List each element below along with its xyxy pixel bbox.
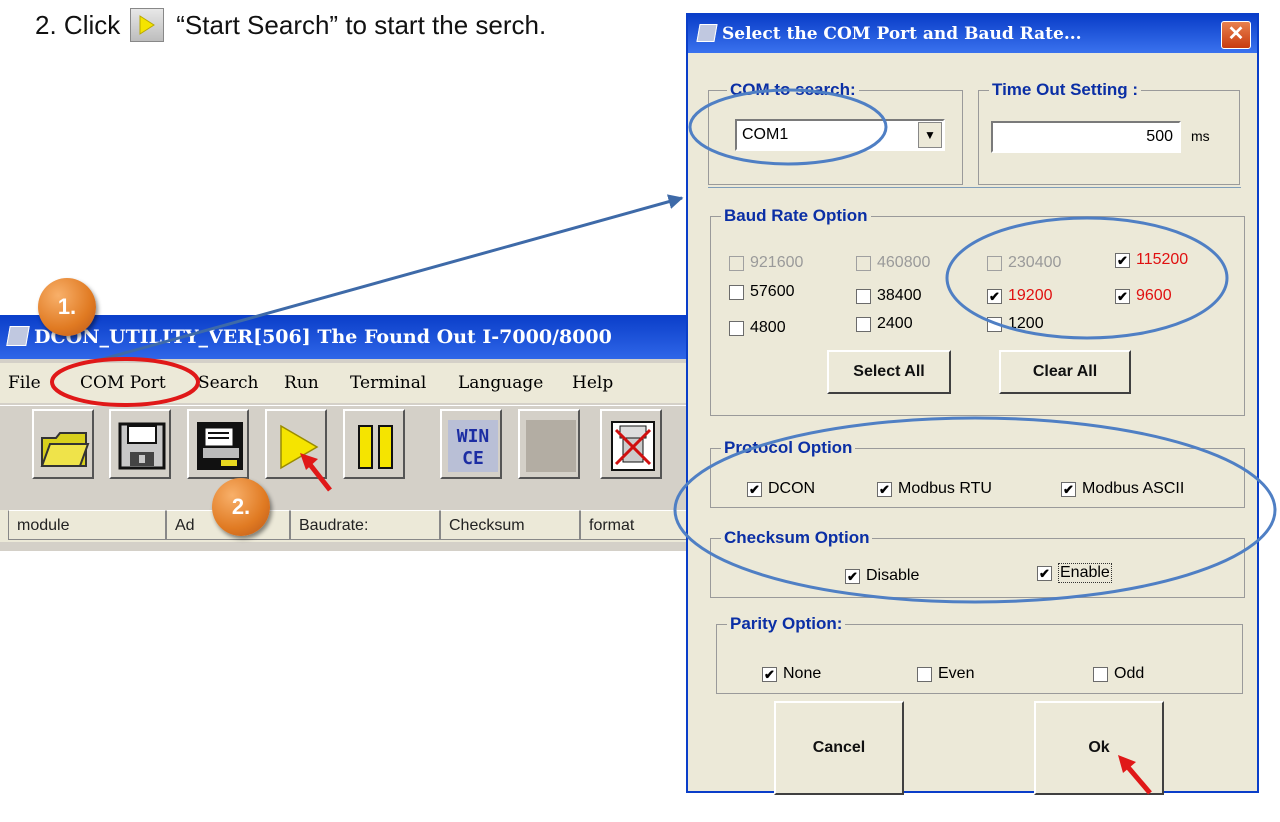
annotation-overlay bbox=[50, 88, 1277, 795]
red-pointer-arrow-toolbar bbox=[300, 453, 332, 492]
step-2-badge: 2. bbox=[212, 478, 270, 536]
connector-arrow bbox=[95, 194, 684, 363]
step-1-badge: 1. bbox=[38, 278, 96, 336]
com-port-highlight-ellipse bbox=[50, 357, 200, 407]
protocol-checksum-highlight-ellipse bbox=[673, 416, 1277, 604]
com-select-highlight-ellipse bbox=[688, 88, 888, 166]
baud-highlight-ellipse bbox=[945, 216, 1229, 340]
red-pointer-arrow-ok bbox=[1118, 755, 1152, 795]
